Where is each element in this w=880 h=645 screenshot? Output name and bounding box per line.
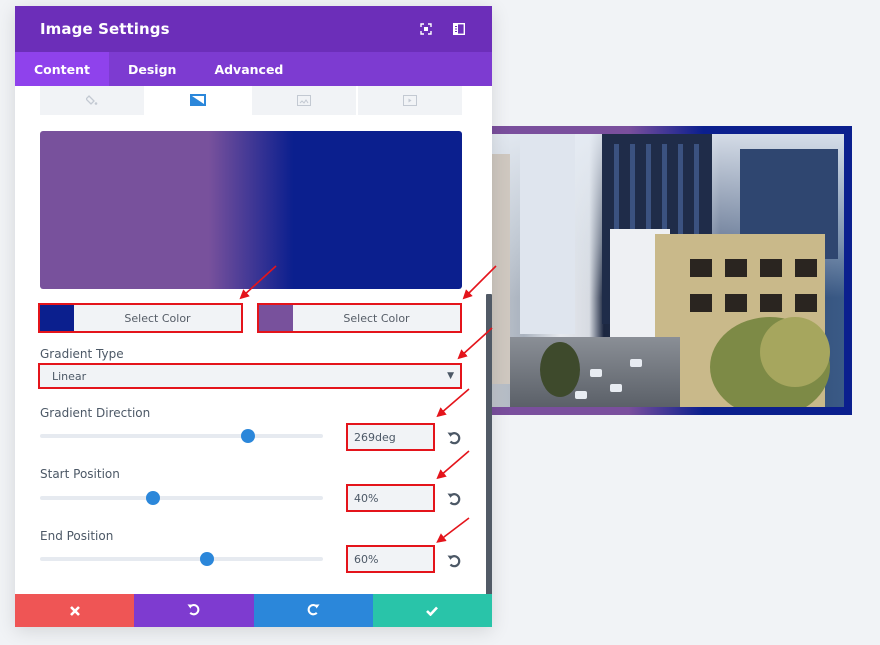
gradient-direction-input[interactable]: 269deg (346, 423, 435, 451)
expand-icon[interactable] (418, 21, 434, 37)
reset-icon[interactable] (447, 491, 461, 506)
video-icon (403, 91, 417, 110)
bg-tab-image[interactable] (252, 86, 358, 115)
reset-icon[interactable] (447, 430, 461, 445)
modal-footer (15, 594, 492, 627)
gradient-icon (190, 91, 206, 110)
check-icon (426, 601, 439, 620)
undo-button[interactable] (134, 594, 254, 627)
bg-tab-video[interactable] (358, 86, 462, 115)
end-position-input[interactable]: 60% (346, 545, 435, 573)
start-position-input[interactable]: 40% (346, 484, 435, 512)
tab-advanced[interactable]: Advanced (195, 52, 302, 86)
gradient-start-color-picker[interactable]: Select Color (38, 303, 243, 333)
select-color-label: Select Color (124, 311, 191, 325)
image-preview (480, 126, 852, 415)
end-position-slider[interactable] (40, 552, 323, 566)
close-icon (69, 601, 80, 620)
gradient-end-color-picker[interactable]: Select Color (257, 303, 462, 333)
bg-tab-color[interactable] (40, 86, 146, 115)
image-icon (297, 91, 311, 110)
city-street-photo (480, 134, 844, 407)
tab-content[interactable]: Content (15, 52, 109, 86)
gradient-type-label: Gradient Type (40, 347, 124, 361)
caret-down-icon: ▼ (447, 371, 454, 381)
settings-tabs: Content Design Advanced (15, 52, 492, 86)
start-position-label: Start Position (40, 467, 120, 481)
modal-title: Image Settings (40, 20, 170, 38)
reset-icon[interactable] (447, 553, 461, 568)
modal-body: Select Color Select Color Gradient Type … (15, 86, 492, 608)
image-settings-modal: Image Settings Content Design Advanced S… (15, 6, 492, 627)
tab-design[interactable]: Design (109, 52, 195, 86)
redo-icon (307, 601, 320, 620)
save-button[interactable] (372, 594, 492, 627)
sidebar-toggle-icon[interactable] (451, 21, 467, 37)
slider-thumb[interactable] (199, 552, 214, 566)
start-position-slider[interactable] (40, 491, 323, 505)
slider-thumb[interactable] (241, 429, 255, 443)
cancel-button[interactable] (15, 594, 135, 627)
gradient-preview (40, 131, 462, 289)
gradient-direction-label: Gradient Direction (40, 406, 151, 420)
paint-bucket-icon (85, 91, 98, 110)
gradient-type-select[interactable]: Linear ▼ (38, 363, 462, 389)
color-swatch (40, 305, 74, 331)
bg-tab-gradient[interactable] (146, 86, 252, 115)
end-position-label: End Position (40, 529, 114, 543)
color-swatch (259, 305, 293, 331)
redo-button[interactable] (253, 594, 373, 627)
select-color-label: Select Color (343, 311, 410, 325)
modal-header: Image Settings (15, 6, 492, 52)
scrollbar[interactable] (486, 294, 492, 608)
gradient-type-value: Linear (52, 369, 87, 383)
slider-thumb[interactable] (146, 491, 161, 505)
background-type-tabs (40, 86, 462, 115)
undo-icon (187, 601, 200, 620)
gradient-direction-slider[interactable] (40, 429, 323, 443)
